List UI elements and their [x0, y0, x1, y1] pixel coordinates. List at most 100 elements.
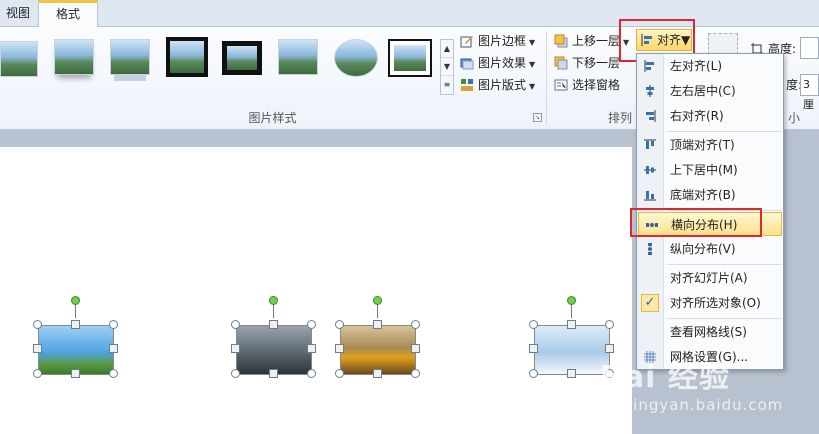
- resize-handle[interactable]: [529, 320, 538, 329]
- style-thumb[interactable]: [54, 39, 94, 75]
- resize-handle[interactable]: [109, 344, 118, 353]
- selection-pane-label: 选择窗格: [572, 78, 621, 92]
- style-thumb[interactable]: [388, 39, 432, 77]
- menu-item-align-middle[interactable]: 上下居中(M): [637, 158, 783, 182]
- menu-item-align-bottom[interactable]: 底端对齐(B): [637, 183, 783, 207]
- menu-item-label: 右对齐(R): [670, 109, 724, 123]
- resize-handle[interactable]: [71, 369, 80, 378]
- picture-4[interactable]: [534, 325, 610, 375]
- size-group-label: 小: [787, 111, 800, 125]
- menu-item-align-selected-objects[interactable]: ✓ 对齐所选对象(O): [637, 291, 783, 315]
- dialog-launcher-icon[interactable]: ↘: [533, 113, 542, 122]
- resize-handle[interactable]: [109, 320, 118, 329]
- pencil-border-icon: [460, 36, 473, 48]
- resize-handle[interactable]: [411, 320, 420, 329]
- menu-item-label: 查看网格线(S): [670, 325, 747, 339]
- selection-pane-icon: [554, 79, 568, 91]
- picture-styles-group-label: 图片样式: [248, 111, 297, 125]
- arrange-group-label: 排列: [607, 111, 632, 125]
- menu-item-distribute-vertically[interactable]: 纵向分布(V): [637, 237, 783, 261]
- align-left-icon: [644, 60, 654, 72]
- resize-handle[interactable]: [411, 344, 420, 353]
- resize-handle[interactable]: [373, 369, 382, 378]
- menu-item-view-gridlines[interactable]: 查看网格线(S): [637, 320, 783, 344]
- resize-handle[interactable]: [109, 369, 118, 378]
- picture-border-button[interactable]: 图片边框 ▼: [460, 31, 535, 51]
- menu-item-label: 左右居中(C): [670, 84, 736, 98]
- dropdown-arrow-icon: ▼: [529, 38, 536, 47]
- picture-2[interactable]: [236, 325, 312, 375]
- style-thumb[interactable]: [222, 41, 262, 75]
- height-input[interactable]: [800, 37, 819, 59]
- ribbon-tab-strip: 视图 格式: [0, 0, 819, 27]
- menu-item-label: 纵向分布(V): [670, 242, 736, 256]
- resize-handle[interactable]: [411, 369, 420, 378]
- rotation-line: [75, 304, 76, 318]
- menu-item-align-center[interactable]: 左右居中(C): [637, 79, 783, 103]
- resize-handle[interactable]: [307, 344, 316, 353]
- menu-separator: [667, 318, 781, 319]
- align-bottom-icon: [644, 191, 656, 201]
- menu-item-align-right[interactable]: 右对齐(R): [637, 104, 783, 128]
- check-icon: ✓: [641, 294, 659, 312]
- watermark-url: jingyan.baidu.com: [628, 396, 784, 414]
- rotation-line: [571, 304, 572, 318]
- bring-forward-label: 上移一层: [572, 34, 621, 48]
- resize-handle[interactable]: [529, 369, 538, 378]
- dropdown-arrow-icon: ▼: [529, 60, 536, 69]
- resize-handle[interactable]: [269, 320, 278, 329]
- style-thumb[interactable]: [166, 37, 208, 77]
- bring-forward-button[interactable]: 上移一层 ▼: [554, 31, 629, 51]
- resize-handle[interactable]: [605, 320, 614, 329]
- resize-handle[interactable]: [529, 344, 538, 353]
- gallery-scroll[interactable]: ▲ ▼ ≡: [440, 39, 454, 95]
- menu-separator: [667, 131, 781, 132]
- rotate-handle[interactable]: [373, 296, 382, 305]
- slide-canvas[interactable]: [0, 147, 632, 434]
- align-center-icon: [646, 85, 654, 97]
- scroll-down-icon[interactable]: ▼: [441, 58, 453, 76]
- rotate-handle[interactable]: [567, 296, 576, 305]
- resize-handle[interactable]: [373, 320, 382, 329]
- resize-handle[interactable]: [335, 369, 344, 378]
- resize-handle[interactable]: [307, 320, 316, 329]
- rotate-handle[interactable]: [71, 296, 80, 305]
- gallery-more-icon[interactable]: ≡: [441, 76, 453, 94]
- resize-handle[interactable]: [231, 320, 240, 329]
- style-thumb[interactable]: [0, 41, 38, 77]
- scroll-up-icon[interactable]: ▲: [441, 40, 453, 58]
- selection-pane-button[interactable]: 选择窗格: [554, 75, 620, 95]
- resize-handle[interactable]: [33, 320, 42, 329]
- tab-format[interactable]: 格式: [38, 0, 98, 27]
- watermark-logo: Bai 经验: [600, 360, 730, 395]
- menu-item-align-left[interactable]: 左对齐(L): [637, 54, 783, 78]
- rotation-line: [273, 304, 274, 318]
- style-thumb[interactable]: [110, 39, 150, 75]
- menu-item-label: 对齐所选对象(O): [670, 296, 761, 310]
- resize-handle[interactable]: [307, 369, 316, 378]
- menu-item-label: 左对齐(L): [670, 59, 723, 73]
- picture-effects-button[interactable]: 图片效果 ▼: [460, 53, 535, 73]
- resize-handle[interactable]: [335, 320, 344, 329]
- picture-layout-button[interactable]: 图片版式 ▼: [460, 75, 535, 95]
- align-top-icon: [644, 139, 656, 149]
- resize-handle[interactable]: [567, 369, 576, 378]
- resize-handle[interactable]: [231, 344, 240, 353]
- resize-handle[interactable]: [33, 344, 42, 353]
- picture-1[interactable]: [38, 325, 114, 375]
- send-backward-button[interactable]: 下移一层: [554, 53, 620, 73]
- rotate-handle[interactable]: [269, 296, 278, 305]
- resize-handle[interactable]: [269, 369, 278, 378]
- resize-handle[interactable]: [231, 369, 240, 378]
- width-input[interactable]: 3 厘: [800, 74, 819, 111]
- style-thumb[interactable]: [334, 39, 378, 77]
- tab-view[interactable]: 视图: [0, 0, 36, 27]
- menu-item-align-to-slide[interactable]: 对齐幻灯片(A): [637, 266, 783, 290]
- resize-handle[interactable]: [71, 320, 80, 329]
- resize-handle[interactable]: [567, 320, 576, 329]
- resize-handle[interactable]: [33, 369, 42, 378]
- resize-handle[interactable]: [335, 344, 344, 353]
- picture-3[interactable]: [340, 325, 416, 375]
- menu-item-align-top[interactable]: 顶端对齐(T): [637, 133, 783, 157]
- style-thumb[interactable]: [278, 39, 318, 75]
